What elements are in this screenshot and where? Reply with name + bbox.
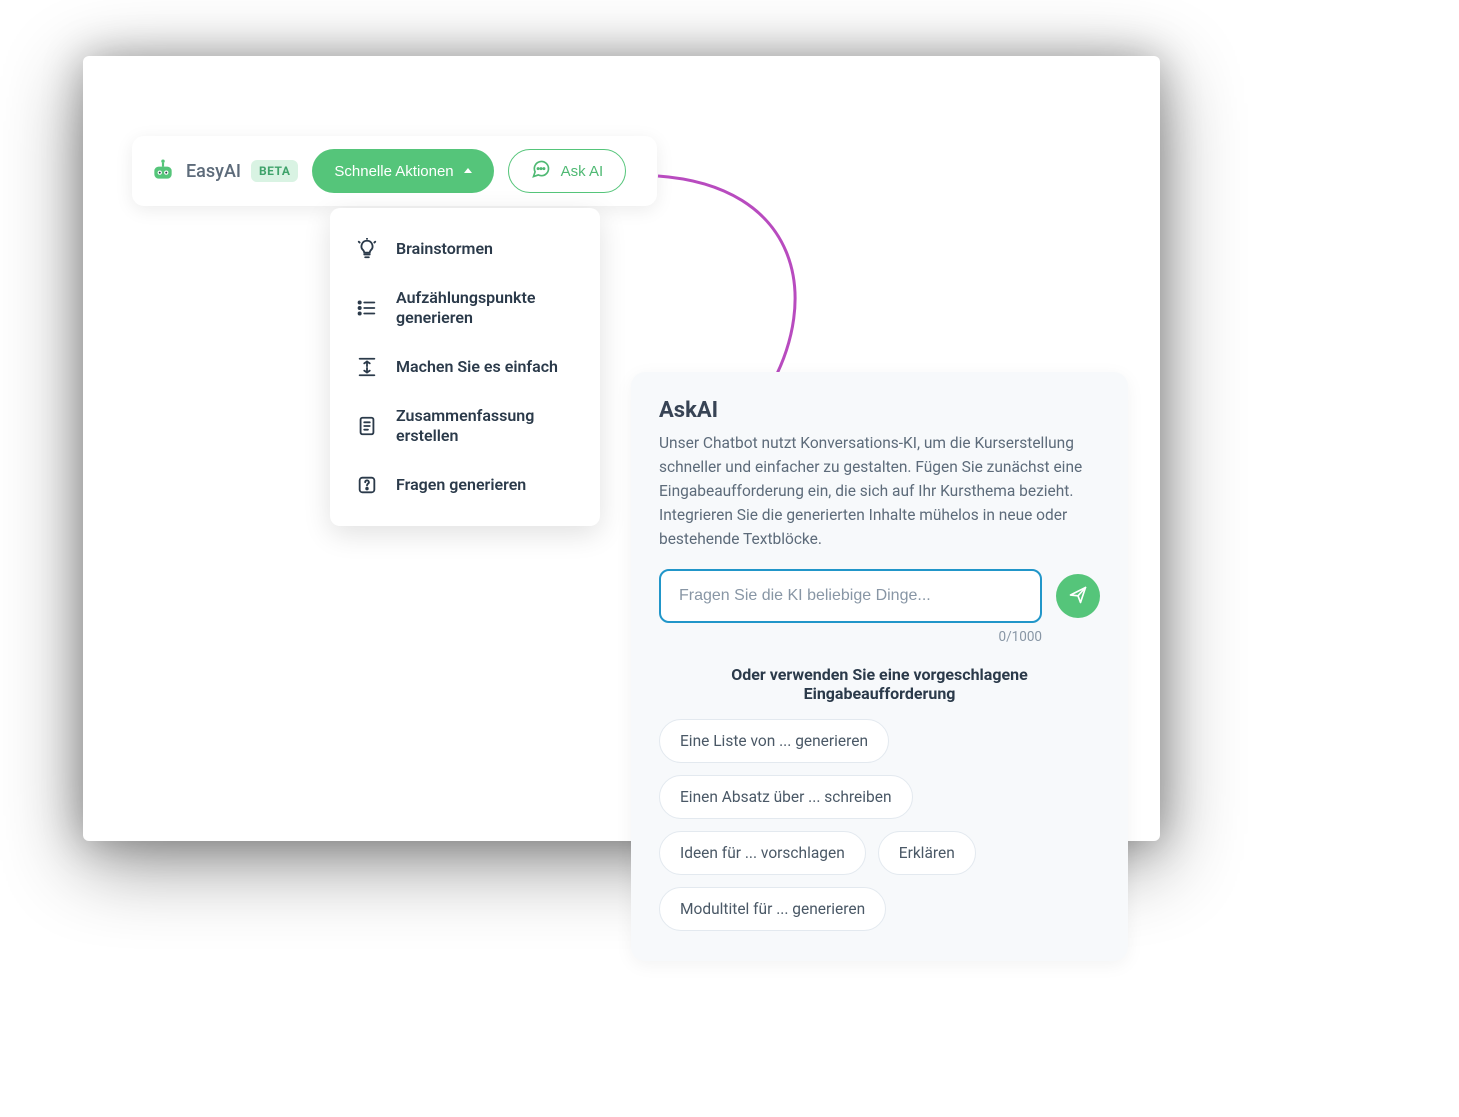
panel-description: Unser Chatbot nutzt Konversations-KI, um… <box>659 431 1100 551</box>
robot-icon <box>150 158 176 184</box>
ask-ai-label: Ask AI <box>561 163 604 180</box>
brand-label: EasyAI <box>186 161 241 182</box>
panel-title: AskAI <box>659 398 1100 423</box>
dropdown-item-bullets[interactable]: Aufzählungspunkte generieren <box>330 274 600 342</box>
send-button[interactable] <box>1056 574 1100 618</box>
lightbulb-icon <box>356 238 378 260</box>
app-canvas: EasyAI BETA Schnelle Aktionen Ask AI <box>83 56 1160 841</box>
question-icon <box>356 474 378 496</box>
easyai-toolbar: EasyAI BETA Schnelle Aktionen Ask AI <box>132 136 657 206</box>
dropdown-item-label: Machen Sie es einfach <box>396 357 558 377</box>
suggestion-chip[interactable]: Erklären <box>878 831 976 875</box>
list-icon <box>356 297 378 319</box>
suggestion-chips: Eine Liste von ... generieren Einen Absa… <box>659 719 1100 931</box>
dropdown-item-label: Aufzählungspunkte generieren <box>396 288 574 328</box>
dropdown-item-simplify[interactable]: Machen Sie es einfach <box>330 342 600 392</box>
dropdown-item-label: Fragen generieren <box>396 475 526 495</box>
send-icon <box>1068 585 1088 608</box>
dropdown-item-questions[interactable]: Fragen generieren <box>330 460 600 510</box>
suggestion-chip[interactable]: Einen Absatz über ... schreiben <box>659 775 913 819</box>
suggestion-chip[interactable]: Ideen für ... vorschlagen <box>659 831 866 875</box>
quick-actions-label: Schnelle Aktionen <box>334 163 453 180</box>
askai-panel: AskAI Unser Chatbot nutzt Konversations-… <box>631 372 1128 961</box>
chat-bubble-icon <box>531 159 551 183</box>
prompt-input[interactable] <box>659 569 1042 623</box>
brand: EasyAI BETA <box>150 158 298 184</box>
dropdown-item-label: Brainstormen <box>396 239 493 259</box>
document-icon <box>356 415 378 437</box>
compress-icon <box>356 356 378 378</box>
prompt-input-row <box>659 569 1100 623</box>
quick-actions-dropdown: Brainstormen Aufzählungspunkte generiere… <box>330 208 600 526</box>
suggestion-chip[interactable]: Eine Liste von ... generieren <box>659 719 889 763</box>
quick-actions-button[interactable]: Schnelle Aktionen <box>312 149 493 193</box>
dropdown-item-brainstorm[interactable]: Brainstormen <box>330 224 600 274</box>
dropdown-item-label: Zusammenfassung erstellen <box>396 406 574 446</box>
ask-ai-button[interactable]: Ask AI <box>508 149 627 193</box>
chevron-up-icon <box>464 168 472 173</box>
suggestions-heading: Oder verwenden Sie eine vorgeschlagene E… <box>659 665 1100 703</box>
char-count: 0/1000 <box>659 629 1100 645</box>
suggestion-chip[interactable]: Modultitel für ... generieren <box>659 887 886 931</box>
beta-badge: BETA <box>251 160 298 182</box>
dropdown-item-summarize[interactable]: Zusammenfassung erstellen <box>330 392 600 460</box>
